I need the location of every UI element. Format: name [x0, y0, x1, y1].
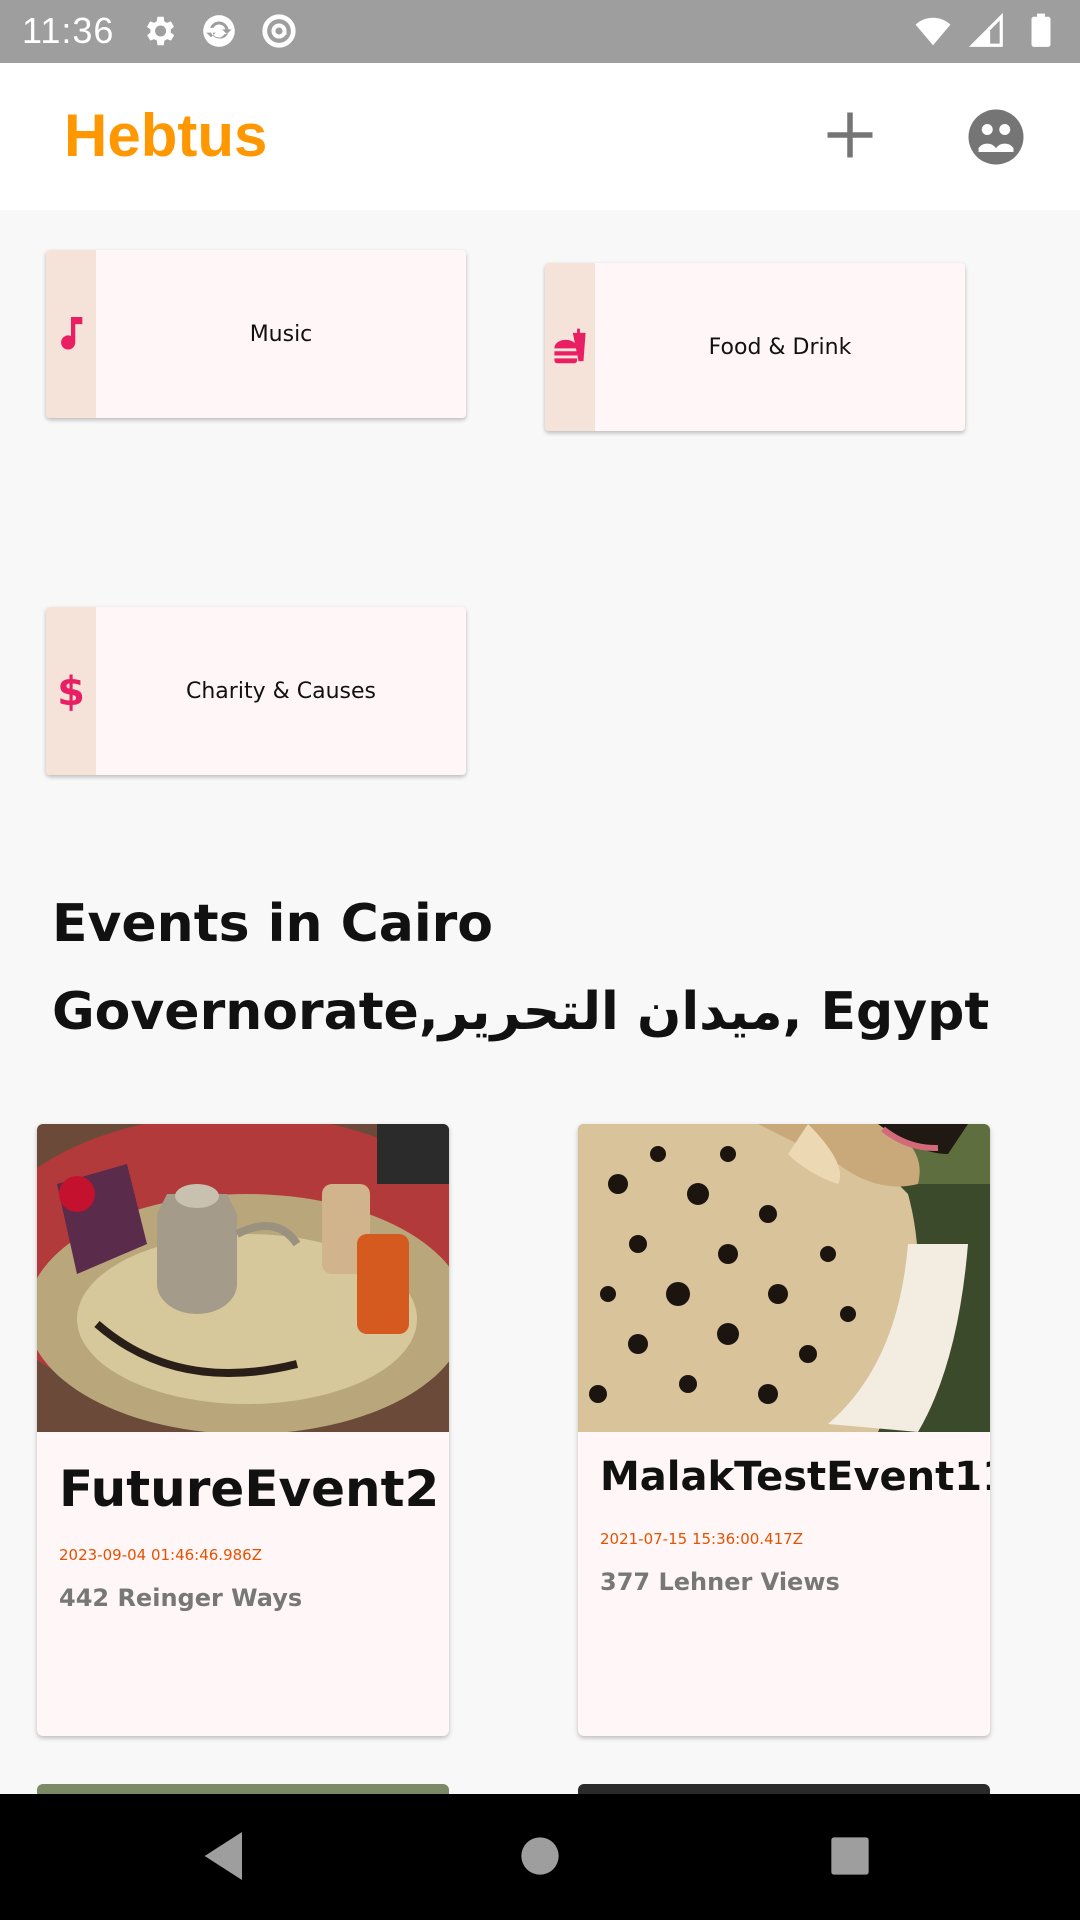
- dollar-icon: $: [57, 671, 85, 711]
- event-image-leopard: [578, 1124, 990, 1432]
- fastfood-icon: [554, 328, 586, 364]
- wifi-icon: [915, 17, 951, 46]
- app-title: Hebtus: [64, 102, 268, 169]
- at-icon: [262, 14, 296, 48]
- add-icon[interactable]: [820, 105, 880, 165]
- category-card-charity-causes[interactable]: $ Charity & Causes: [46, 607, 466, 775]
- svg-text:$: $: [57, 671, 85, 711]
- status-time: 11:36: [22, 10, 115, 51]
- settings-icon: [146, 16, 175, 46]
- event-image-teapot: [37, 1124, 449, 1432]
- events-heading: Events in Cairo Governorate,ميدان التحري…: [52, 894, 990, 1042]
- event-address: 442 Reinger Ways: [59, 1584, 303, 1612]
- event-card[interactable]: MalakTestEvent11 2021-07-15 15:36:00.417…: [578, 1124, 990, 1736]
- home-icon[interactable]: [508, 1824, 572, 1888]
- app-bar: Hebtus: [0, 63, 1080, 210]
- category-label: Charity & Causes: [186, 678, 376, 704]
- music-note-icon: [61, 317, 83, 350]
- recents-icon[interactable]: [818, 1824, 882, 1888]
- back-icon[interactable]: [194, 1824, 258, 1888]
- event-title: FutureEvent2: [59, 1460, 440, 1518]
- event-date: 2023-09-04 01:46:46.986Z: [59, 1546, 262, 1564]
- event-address: 377 Lehner Views: [600, 1568, 840, 1596]
- category-card-food-drink[interactable]: Food & Drink: [545, 263, 965, 431]
- category-label: Food & Drink: [708, 334, 852, 360]
- sync-icon: [203, 15, 235, 47]
- event-card[interactable]: FutureEvent2 2023-09-04 01:46:46.986Z 44…: [37, 1124, 449, 1736]
- profile-icon[interactable]: [966, 107, 1026, 167]
- event-title: MalakTestEvent11: [600, 1454, 990, 1500]
- event-date: 2021-07-15 15:36:00.417Z: [600, 1530, 803, 1548]
- battery-icon: [1031, 13, 1051, 47]
- navigation-bar: [0, 1794, 1080, 1920]
- signal-icon: [968, 12, 1003, 47]
- category-card-music[interactable]: Music: [46, 250, 466, 418]
- category-label: Music: [249, 321, 313, 347]
- status-bar: 11:36: [0, 0, 1080, 63]
